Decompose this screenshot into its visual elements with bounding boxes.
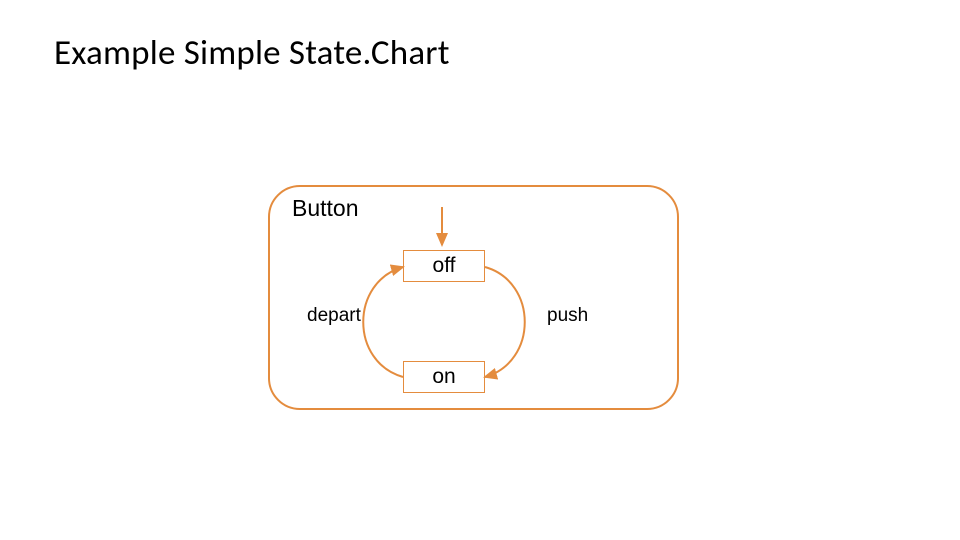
transition-label-push: push [547,305,588,327]
statechart-container: Button off on depart push [268,185,679,410]
container-label: Button [292,195,359,222]
slide-title: Example Simple State.Chart [54,32,450,74]
depart-arrow-icon [363,267,403,377]
state-off: off [403,250,485,282]
push-arrow-icon [485,267,525,377]
state-on: on [403,361,485,393]
transition-label-depart: depart [307,305,361,327]
